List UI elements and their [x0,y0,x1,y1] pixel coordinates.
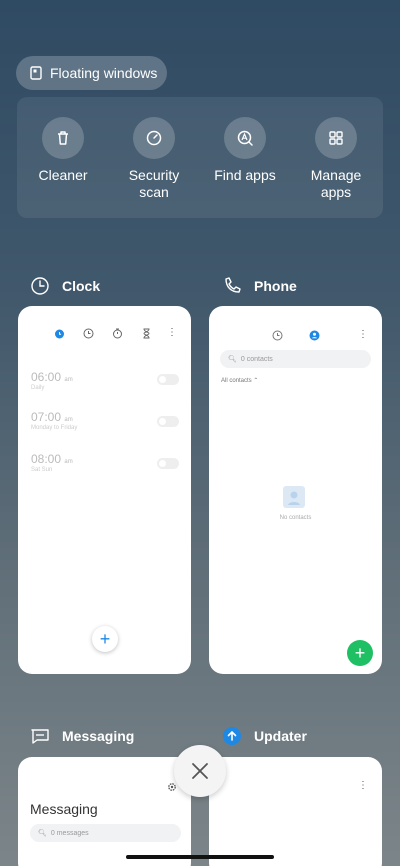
manage-apps-label: Manage apps [310,167,362,200]
updater-app-title: Updater [254,728,307,744]
more-options-icon[interactable]: ⋮ [167,328,177,338]
home-indicator[interactable] [126,855,274,859]
phone-tabs [272,328,320,341]
more-options-icon[interactable]: ⋮ [358,781,368,791]
close-icon [192,763,208,779]
updater-app-header: Updater [220,724,307,748]
messages-search-input[interactable]: 🔍︎ 0 messages [30,824,181,842]
security-scan-label: Security scan [128,167,180,200]
timer-tab-icon[interactable] [141,326,152,339]
clock-app-header: Clock [28,274,100,298]
floating-windows-label: Floating windows [50,65,158,81]
phone-app-card[interactable]: ⋮ 🔍︎ 0 contacts All contacts ⌃ No contac… [209,306,382,674]
add-contact-button[interactable]: + [347,640,373,666]
empty-contacts-icon [283,486,305,508]
empty-contacts-text: No contacts [279,515,312,521]
alarm-toggle[interactable] [157,374,179,385]
search-app-icon [237,130,253,146]
message-icon [28,724,52,748]
alarm-item[interactable]: 07:00 am Monday to Friday [31,410,77,431]
recents-tab-icon[interactable] [272,328,283,341]
cleaner-label: Cleaner [38,167,88,183]
contacts-tab-icon[interactable] [309,328,320,341]
clock-app-card[interactable]: ⋮ 06:00 am Daily 07:00 am Monday to Frid… [18,306,191,674]
messaging-app-title: Messaging [62,728,135,744]
gauge-icon [146,130,162,146]
clock-app-title: Clock [62,278,101,294]
messaging-app-header: Messaging [28,724,134,748]
security-scan-button[interactable]: Security scan [109,117,199,201]
close-all-button[interactable] [174,745,226,797]
alarm-tab-icon[interactable] [54,326,65,339]
updater-app-card[interactable]: ⋮ [209,757,382,866]
messaging-heading: Messaging [30,801,98,817]
alarm-item[interactable]: 08:00 am Sat Sun [31,452,73,473]
find-apps-button[interactable]: Find apps [200,117,290,184]
add-alarm-button[interactable]: + [92,626,118,652]
clock-icon [28,274,52,298]
stopwatch-tab-icon[interactable] [112,326,123,339]
search-icon: 🔍︎ [38,830,47,837]
contacts-filter-dropdown[interactable]: All contacts ⌃ [221,377,258,384]
cleaner-button[interactable]: Cleaner [18,117,108,184]
floating-window-icon [30,66,42,80]
messaging-app-card[interactable]: Messaging 🔍︎ 0 messages [18,757,191,866]
search-icon: 🔍︎ [228,356,237,363]
phone-app-header: Phone [220,274,297,298]
find-apps-label: Find apps [214,167,276,183]
alarm-toggle[interactable] [157,458,179,469]
phone-icon [220,274,244,298]
chevron-down-icon: ⌃ [253,378,259,384]
updater-icon [220,724,244,748]
alarm-item[interactable]: 06:00 am Daily [31,370,73,391]
manage-apps-button[interactable]: Manage apps [291,117,381,201]
world-clock-tab-icon[interactable] [83,326,94,339]
phone-app-title: Phone [254,278,297,294]
floating-windows-button[interactable]: Floating windows [16,56,167,90]
more-options-icon[interactable]: ⋮ [358,330,368,340]
alarm-toggle[interactable] [157,416,179,427]
clock-tabs [54,326,152,339]
trash-icon [58,131,68,145]
quick-tools-panel: Cleaner Security scan Find apps Manage a… [17,97,383,218]
grid-icon [329,131,343,145]
contacts-search-input[interactable]: 🔍︎ 0 contacts [220,350,371,368]
